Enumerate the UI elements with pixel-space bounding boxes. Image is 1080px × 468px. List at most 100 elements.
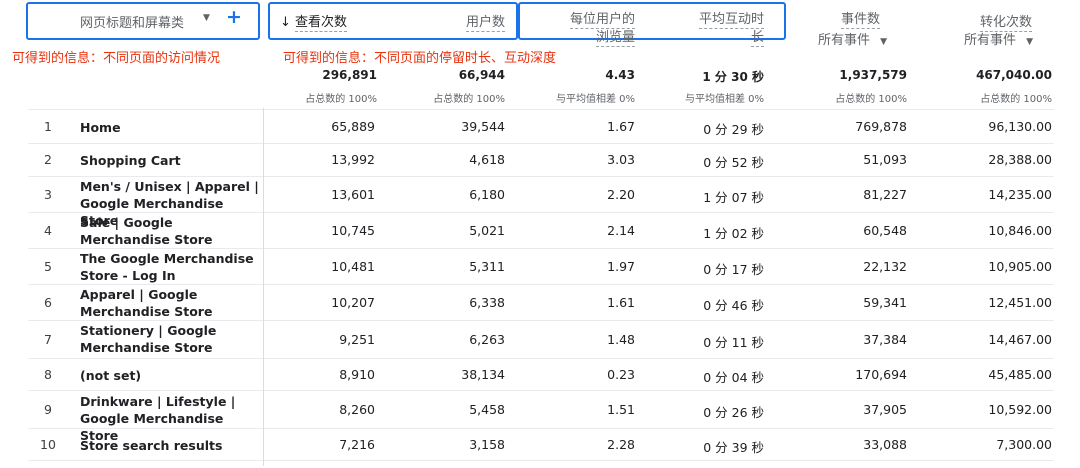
- row-page-title[interactable]: Sale | Google Merchandise Store: [80, 214, 220, 248]
- row-views-per-user: 1.61: [607, 295, 635, 310]
- row-views: 65,889: [331, 119, 375, 134]
- dimension-dropdown-icon[interactable]: ▼: [203, 13, 210, 23]
- table-row[interactable]: 4 Sale | Google Merchandise Store 10,745…: [28, 212, 1054, 249]
- events-column-header[interactable]: 事件数: [800, 11, 880, 29]
- sort-desc-arrow-icon: ↓: [280, 15, 291, 30]
- row-views: 13,601: [331, 187, 375, 202]
- table-row[interactable]: 1 Home 65,889 39,544 1.67 0 分 29 秒 769,8…: [28, 109, 1054, 144]
- total-views: 296,891: [322, 68, 377, 82]
- views-per-user-column-header[interactable]: 每位用户的 浏览量: [535, 11, 635, 47]
- table-row[interactable]: 5 The Google Merchandise Store - Log In …: [28, 248, 1054, 285]
- total-engagement-diff: 与平均值相差 0%: [684, 94, 764, 105]
- row-page-title[interactable]: Stationery | Google Merchandise Store: [80, 322, 220, 356]
- row-views: 7,216: [339, 437, 375, 452]
- row-conversions: 96,130.00: [988, 119, 1052, 134]
- row-conversions: 14,467.00: [988, 332, 1052, 347]
- row-views-per-user: 0.23: [607, 367, 635, 382]
- row-conversions: 28,388.00: [988, 152, 1052, 167]
- total-users-pct: 占总数的 100%: [433, 94, 505, 105]
- row-views-per-user: 2.14: [607, 223, 635, 238]
- row-engagement-time: 1 分 07 秒: [703, 190, 764, 205]
- total-views-pct: 占总数的 100%: [305, 94, 377, 105]
- row-views: 10,207: [331, 295, 375, 310]
- row-events: 769,878: [855, 119, 907, 134]
- table-row[interactable]: 2 Shopping Cart 13,992 4,618 3.03 0 分 52…: [28, 143, 1054, 177]
- table-bottom-border: [28, 460, 1054, 461]
- total-events-pct: 占总数的 100%: [835, 94, 907, 105]
- conversions-filter-dropdown-icon: ▼: [1026, 37, 1034, 47]
- events-filter-dropdown[interactable]: 所有事件 ▼: [800, 29, 918, 48]
- add-dimension-plus-icon[interactable]: +: [226, 6, 242, 28]
- total-views-per-user-diff: 与平均值相差 0%: [555, 94, 635, 105]
- row-events: 22,132: [863, 259, 907, 274]
- row-views: 8,260: [339, 402, 375, 417]
- row-index: 9: [44, 402, 52, 417]
- row-users: 4,618: [469, 152, 505, 167]
- row-views-per-user: 1.48: [607, 332, 635, 347]
- row-users: 5,021: [469, 223, 505, 238]
- row-users: 5,458: [469, 402, 505, 417]
- row-events: 59,341: [863, 295, 907, 310]
- row-conversions: 14,235.00: [988, 187, 1052, 202]
- row-engagement-time: 0 分 39 秒: [703, 440, 764, 455]
- row-page-title[interactable]: (not set): [80, 367, 270, 384]
- conversions-column-header[interactable]: 转化次数: [950, 11, 1032, 32]
- row-users: 6,338: [469, 295, 505, 310]
- engagement-header-line2: 长: [750, 30, 764, 47]
- row-engagement-time: 0 分 26 秒: [703, 405, 764, 420]
- row-events: 37,384: [863, 332, 907, 347]
- row-users: 38,134: [461, 367, 505, 382]
- row-views: 10,745: [331, 223, 375, 238]
- row-page-title[interactable]: Apparel | Google Merchandise Store: [80, 286, 220, 320]
- row-engagement-time: 0 分 52 秒: [703, 155, 764, 170]
- table-row[interactable]: 10 Store search results 7,216 3,158 2.28…: [28, 428, 1054, 461]
- row-views-per-user: 1.97: [607, 259, 635, 274]
- events-filter-label: 所有事件: [818, 33, 871, 48]
- row-page-title[interactable]: Home: [80, 119, 270, 136]
- dimension-header[interactable]: 网页标题和屏幕类: [80, 12, 184, 31]
- row-events: 170,694: [855, 367, 907, 382]
- total-engagement-time: 1 分 30 秒: [702, 70, 764, 84]
- row-index: 8: [44, 367, 52, 382]
- row-page-title[interactable]: Store search results: [80, 437, 270, 454]
- annotation-page-visits: 可得到的信息：不同页面的访问情况: [12, 51, 221, 66]
- table-row[interactable]: 9 Drinkware | Lifestyle | Google Merchan…: [28, 390, 1054, 443]
- conversions-filter-dropdown[interactable]: 所有事件 ▼: [950, 29, 1074, 48]
- engagement-time-column-header[interactable]: 平均互动时 长: [660, 11, 764, 47]
- row-conversions: 45,485.00: [988, 367, 1052, 382]
- row-views-per-user: 1.67: [607, 119, 635, 134]
- conversions-filter-label: 所有事件: [964, 33, 1017, 48]
- table-row[interactable]: 8 (not set) 8,910 38,134 0.23 0 分 04 秒 1…: [28, 358, 1054, 391]
- row-events: 51,093: [863, 152, 907, 167]
- row-index: 6: [44, 295, 52, 310]
- total-conversions-pct: 占总数的 100%: [980, 94, 1052, 105]
- table-row[interactable]: 3 Men's / Unisex | Apparel | Google Merc…: [28, 176, 1054, 228]
- dimension-label: 网页标题和屏幕类: [80, 16, 185, 31]
- total-events: 1,937,579: [839, 68, 907, 82]
- engagement-header-line1: 平均互动时: [698, 12, 764, 29]
- row-views: 9,251: [339, 332, 375, 347]
- row-page-title[interactable]: Shopping Cart: [80, 152, 270, 169]
- row-events: 37,905: [863, 402, 907, 417]
- row-index: 5: [44, 259, 52, 274]
- table-row[interactable]: 6 Apparel | Google Merchandise Store 10,…: [28, 284, 1054, 321]
- row-index: 10: [40, 437, 56, 452]
- row-conversions: 10,846.00: [988, 223, 1052, 238]
- views-header-label: 查看次数: [295, 15, 348, 32]
- row-engagement-time: 0 分 04 秒: [703, 370, 764, 385]
- row-events: 33,088: [863, 437, 907, 452]
- row-users: 39,544: [461, 119, 505, 134]
- row-page-title[interactable]: The Google Merchandise Store - Log In: [80, 250, 255, 284]
- row-users: 3,158: [469, 437, 505, 452]
- row-engagement-time: 0 分 46 秒: [703, 298, 764, 313]
- row-users: 6,180: [469, 187, 505, 202]
- row-conversions: 10,905.00: [988, 259, 1052, 274]
- table-row[interactable]: 7 Stationery | Google Merchandise Store …: [28, 320, 1054, 359]
- row-views: 10,481: [331, 259, 375, 274]
- row-views-per-user: 2.20: [607, 187, 635, 202]
- row-events: 81,227: [863, 187, 907, 202]
- users-column-header[interactable]: 用户数: [420, 11, 505, 32]
- views-per-user-header-line2: 浏览量: [595, 30, 635, 47]
- row-index: 1: [44, 119, 52, 134]
- views-column-header[interactable]: ↓ 查看次数: [280, 11, 390, 32]
